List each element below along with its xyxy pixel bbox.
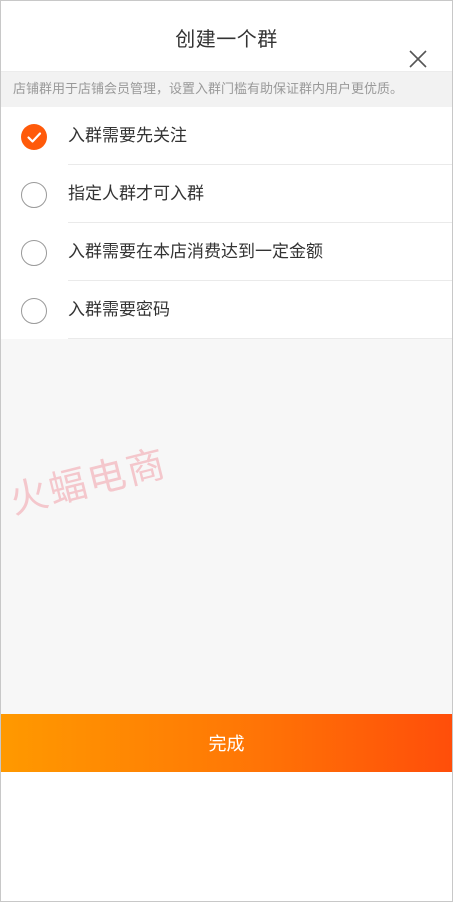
radio-checked[interactable] bbox=[21, 124, 47, 150]
option-label: 入群需要密码 bbox=[68, 300, 170, 320]
option-spend-threshold[interactable]: 入群需要在本店消费达到一定金额 bbox=[1, 223, 452, 281]
page-title: 创建一个群 bbox=[175, 27, 278, 51]
notice-banner: 店铺群用于店铺会员管理，设置入群门槛有助保证群内用户更优质。 bbox=[1, 71, 452, 107]
create-group-dialog: 创建一个群 店铺群用于店铺会员管理，设置入群门槛有助保证群内用户更优质。 入群需… bbox=[0, 0, 453, 902]
radio-unchecked[interactable] bbox=[21, 182, 47, 208]
option-label: 入群需要先关注 bbox=[68, 126, 187, 146]
close-icon bbox=[409, 50, 427, 68]
radio-unchecked[interactable] bbox=[21, 240, 47, 266]
option-list: 入群需要先关注 指定人群才可入群 入群需要在本店消费达到一定金额 入群需要密码 bbox=[1, 107, 452, 339]
option-specified-audience[interactable]: 指定人群才可入群 bbox=[1, 165, 452, 223]
close-button[interactable] bbox=[405, 46, 431, 72]
option-label: 入群需要在本店消费达到一定金额 bbox=[68, 242, 323, 262]
done-button[interactable]: 完成 bbox=[1, 714, 452, 772]
check-icon bbox=[27, 132, 42, 143]
dialog-header: 创建一个群 bbox=[1, 1, 452, 71]
option-follow-required[interactable]: 入群需要先关注 bbox=[1, 107, 452, 165]
option-label: 指定人群才可入群 bbox=[68, 184, 204, 204]
option-password-required[interactable]: 入群需要密码 bbox=[1, 281, 452, 339]
radio-unchecked[interactable] bbox=[21, 298, 47, 324]
content-area bbox=[1, 339, 452, 714]
